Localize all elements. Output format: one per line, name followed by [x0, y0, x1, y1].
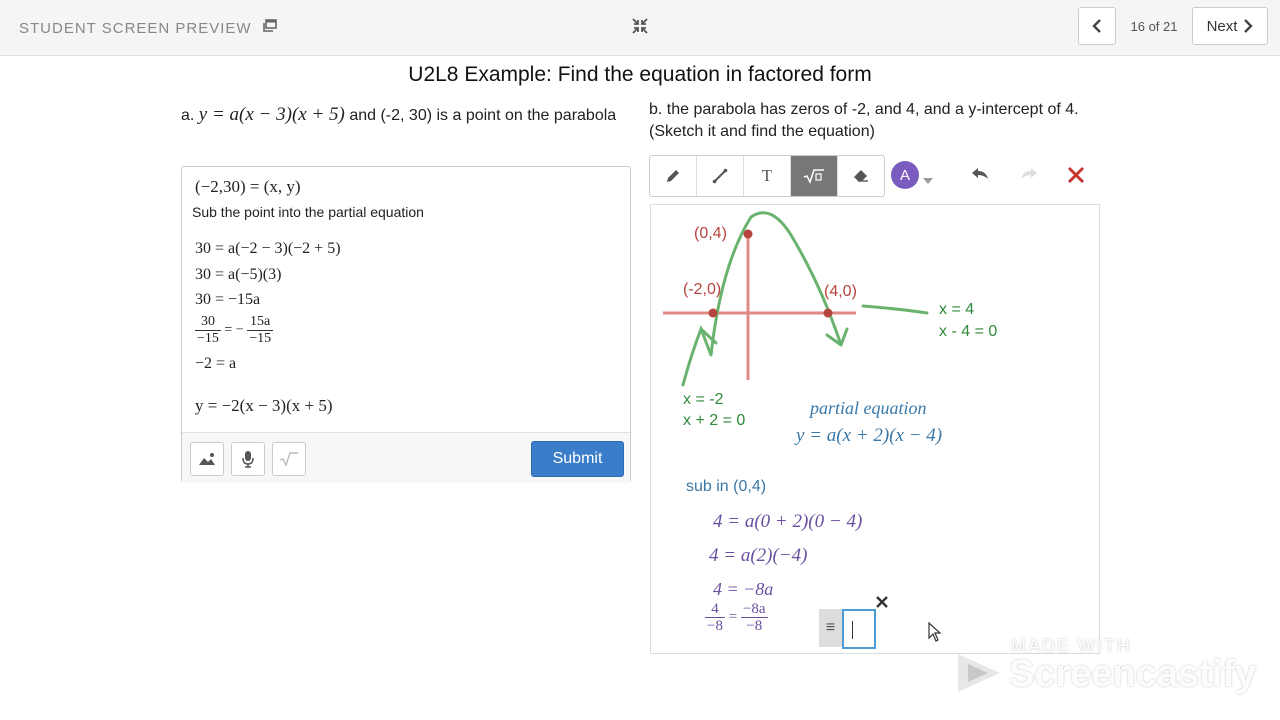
- drag-handle-icon[interactable]: ≡: [819, 609, 842, 647]
- popout-icon[interactable]: [262, 18, 278, 39]
- image-upload-button[interactable]: [190, 442, 224, 476]
- eraser-icon: [854, 170, 868, 182]
- page-counter: 16 of 21: [1130, 19, 1178, 34]
- close-input-icon[interactable]: [875, 595, 889, 614]
- square-root-icon: [803, 169, 824, 184]
- pencil-tool[interactable]: [650, 156, 697, 196]
- pencil-icon: [667, 170, 679, 182]
- partial-equation: y = a(x + 2)(x − 4): [796, 425, 943, 446]
- answer-line-product: 30 = −15a: [195, 291, 261, 308]
- answer-line-simplify: 30 = a(−5)(3): [195, 266, 282, 283]
- question-a-text: and (-2, 30) is a point on the parabola: [349, 107, 617, 124]
- fraction-left: 30 −15: [195, 314, 221, 346]
- clear-canvas-icon[interactable]: [1066, 165, 1086, 190]
- question-a: a. y = a(x − 3)(x + 5) and (-2, 30) is a…: [181, 102, 631, 129]
- answer-line-divide: 30 −15 = − 15a −15: [195, 314, 274, 347]
- math-input-box[interactable]: [842, 609, 876, 649]
- sub-label: sub in (0,4): [686, 478, 767, 495]
- answer-note: Sub the point into the partial equation: [192, 204, 424, 220]
- top-bar: STUDENT SCREEN PREVIEW 16 of 21 Next: [0, 0, 1280, 56]
- fraction-right: 15a −15: [247, 314, 274, 346]
- caret-down-icon[interactable]: [922, 172, 934, 190]
- point-intercept: [743, 229, 753, 239]
- question-b: b. the parabola has zeros of -2, and 4, …: [649, 101, 1079, 140]
- work-fraction-right: −8a −8: [740, 601, 768, 634]
- right-zero-eq1: x = 4: [939, 301, 975, 318]
- watermark-brand-text: Screencastify: [1009, 653, 1257, 695]
- answer-box[interactable]: (−2,30) = (x, y) Sub the point into the …: [181, 166, 631, 483]
- eraser-tool[interactable]: [838, 156, 884, 196]
- work-line-4: 4 −8 = −8a −8: [705, 601, 768, 634]
- point-right-zero: [823, 308, 833, 318]
- line-icon: [712, 168, 728, 184]
- label-left-zero: (-2,0): [683, 281, 722, 298]
- point-left-zero: [708, 308, 718, 318]
- undo-icon[interactable]: [970, 166, 990, 187]
- answer-line-sub: 30 = a(−2 − 3)(−2 + 5): [195, 240, 341, 257]
- collapse-icon[interactable]: [631, 17, 649, 40]
- left-zero-eq2: x + 2 = 0: [683, 412, 746, 429]
- partial-label: partial equation: [810, 398, 927, 418]
- preview-label: STUDENT SCREEN PREVIEW: [19, 20, 252, 37]
- chevron-right-icon: [1244, 19, 1254, 33]
- color-avatar[interactable]: A: [891, 161, 919, 189]
- image-icon: [199, 453, 215, 465]
- question-a-equation: y = a(x − 3)(x + 5): [198, 104, 345, 125]
- next-label: Next: [1206, 17, 1238, 35]
- submit-button[interactable]: Submit: [531, 441, 624, 477]
- label-right-zero: (4,0): [824, 283, 857, 300]
- question-a-prefix: a.: [181, 107, 195, 124]
- answer-footer: Submit: [182, 432, 630, 483]
- drawing-canvas[interactable]: (0,4) (-2,0) (4,0) x = 4 x - 4 = 0 x = -…: [650, 204, 1100, 654]
- work-fraction-equals: =: [728, 608, 738, 625]
- work-line-2: 4 = a(2)(−4): [709, 545, 808, 566]
- microphone-icon: [242, 451, 254, 468]
- work-line-1: 4 = a(0 + 2)(0 − 4): [713, 511, 863, 532]
- text-caret: [852, 621, 853, 639]
- math-tool[interactable]: [791, 156, 838, 196]
- annotation-arrow: [861, 304, 929, 315]
- label-intercept: (0,4): [694, 225, 727, 242]
- math-input-button[interactable]: [272, 442, 306, 476]
- left-zero-eq1: x = -2: [683, 391, 724, 408]
- chevron-left-icon: [1092, 19, 1101, 33]
- redo-icon[interactable]: [1019, 166, 1039, 187]
- work-line-3: 4 = −8a: [713, 579, 774, 599]
- line-tool[interactable]: [697, 156, 744, 196]
- next-button[interactable]: Next: [1192, 7, 1268, 45]
- answer-line-point: (−2,30) = (x, y): [195, 177, 301, 196]
- page-title: U2L8 Example: Find the equation in facto…: [408, 63, 872, 86]
- microphone-button[interactable]: [231, 442, 265, 476]
- square-root-icon: [279, 452, 298, 467]
- fraction-operator: = −: [224, 322, 244, 338]
- answer-line-result: −2 = a: [195, 355, 237, 372]
- answer-line-final: y = −2(x − 3)(x + 5): [195, 396, 333, 415]
- drawing-toolbar: T: [649, 155, 885, 197]
- work-fraction-left: 4 −8: [705, 601, 725, 634]
- right-zero-eq2: x - 4 = 0: [939, 323, 998, 340]
- text-tool[interactable]: T: [744, 156, 791, 196]
- math-input-field[interactable]: ≡: [819, 609, 876, 649]
- previous-button[interactable]: [1078, 7, 1116, 45]
